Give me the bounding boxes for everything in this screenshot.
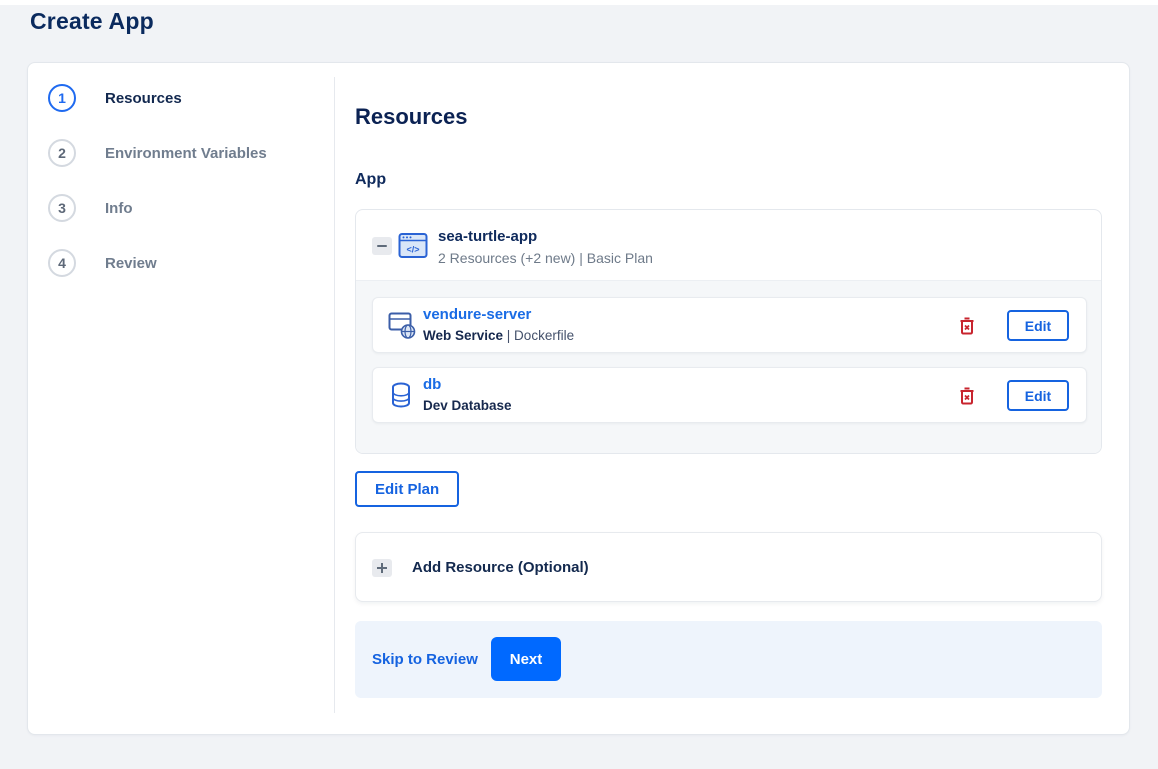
collapse-app-button[interactable] <box>372 237 392 255</box>
edit-plan-button[interactable]: Edit Plan <box>355 471 460 507</box>
resource-type: Web Service | Dockerfile <box>423 328 575 343</box>
trash-icon <box>960 387 974 405</box>
stepper-step-info[interactable]: 3 Info <box>48 194 133 222</box>
step-number-badge: 3 <box>48 194 76 222</box>
page-title: Create App <box>30 8 154 34</box>
step-label: Resources <box>105 89 182 107</box>
create-app-wizard-card: 1 Resources 2 Environment Variables 3 In… <box>27 62 1130 735</box>
minus-icon <box>377 245 387 247</box>
resource-name-link[interactable]: db <box>423 376 441 393</box>
add-resource-card[interactable]: Add Resource (Optional) <box>355 532 1102 602</box>
web-service-icon <box>388 312 418 345</box>
resource-type: Dev Database <box>423 398 512 413</box>
resource-row: vendure-server Web Service | Dockerfile … <box>372 297 1087 353</box>
step-label: Info <box>105 199 133 217</box>
expand-add-resource-button[interactable] <box>372 559 392 577</box>
delete-resource-button[interactable] <box>956 315 978 337</box>
content-heading: Resources <box>355 104 468 129</box>
app-resources-list: vendure-server Web Service | Dockerfile … <box>356 281 1101 453</box>
app-summary: 2 Resources (+2 new) | Basic Plan <box>438 250 653 266</box>
step-number-badge: 1 <box>48 84 76 112</box>
page-top-strip <box>0 0 1158 5</box>
stepper-step-environment-variables[interactable]: 2 Environment Variables <box>48 139 267 167</box>
edit-resource-button[interactable]: Edit <box>1007 310 1069 341</box>
app-section-label: App <box>355 171 387 188</box>
delete-resource-button[interactable] <box>956 385 978 407</box>
resource-row: db Dev Database Edit <box>372 367 1087 423</box>
resource-name-link[interactable]: vendure-server <box>423 306 531 323</box>
plus-icon <box>377 563 387 573</box>
step-number-badge: 4 <box>48 249 76 277</box>
app-group-card: </> sea-turtle-app 2 Resources (+2 new) … <box>355 209 1102 454</box>
app-window-code-icon: </> <box>398 232 428 264</box>
edit-resource-button[interactable]: Edit <box>1007 380 1069 411</box>
stepper-step-resources[interactable]: 1 Resources <box>48 84 182 112</box>
step-content-panel: Resources App </> sea-turtle-app 2 Resou… <box>355 63 1102 734</box>
svg-text:</>: </> <box>406 245 419 255</box>
step-number-badge: 2 <box>48 139 76 167</box>
sidebar-divider <box>334 77 335 713</box>
wizard-footer-bar: Skip to Review Next <box>355 621 1102 698</box>
app-name: sea-turtle-app <box>438 228 538 245</box>
next-button[interactable]: Next <box>491 637 561 681</box>
trash-icon <box>960 317 974 335</box>
skip-to-review-link[interactable]: Skip to Review <box>372 651 478 668</box>
stepper-step-review[interactable]: 4 Review <box>48 249 157 277</box>
add-resource-label: Add Resource (Optional) <box>412 559 589 576</box>
app-group-header: </> sea-turtle-app 2 Resources (+2 new) … <box>356 210 1101 281</box>
database-icon <box>390 382 412 415</box>
step-label: Environment Variables <box>105 144 267 162</box>
step-label: Review <box>105 254 157 272</box>
